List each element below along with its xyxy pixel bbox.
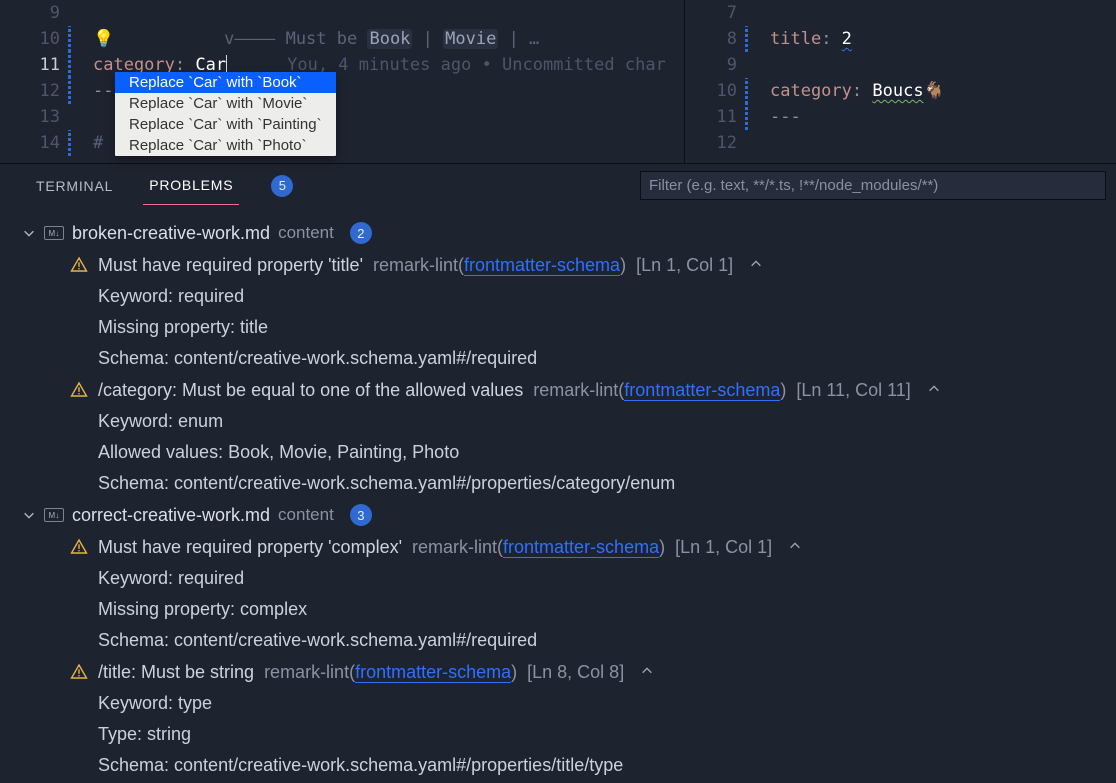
yaml-value: 2 bbox=[842, 29, 852, 49]
line-number: 8 bbox=[685, 29, 745, 49]
yaml-key: title bbox=[770, 29, 821, 49]
line-number: 9 bbox=[685, 55, 745, 75]
line-number: 10 bbox=[685, 81, 745, 101]
yaml-value: Boucs bbox=[872, 81, 923, 101]
yaml-key: category bbox=[770, 81, 852, 101]
problems-file-name: correct-creative-work.md bbox=[72, 505, 270, 526]
quickfix-item[interactable]: Replace `Car` with `Painting` bbox=[115, 114, 336, 135]
git-blame-annotation: You, 4 minutes ago • Uncommitted char bbox=[287, 55, 666, 75]
problem-message: /category: Must be equal to one of the a… bbox=[98, 380, 523, 401]
markdown-file-icon: M↓ bbox=[44, 226, 64, 240]
warning-icon bbox=[70, 538, 88, 556]
problem-source: remark-lint(frontmatter-schema) bbox=[533, 380, 786, 401]
problem-item[interactable]: Must have required property 'title' rema… bbox=[22, 249, 1116, 281]
editor-left[interactable]: 9 10 💡 v———— Must be Book | Movie | … 11… bbox=[0, 0, 685, 163]
problems-count-badge: 5 bbox=[271, 175, 293, 197]
problem-detail: Type: string bbox=[22, 719, 1116, 750]
problem-detail: Allowed values: Book, Movie, Painting, P… bbox=[22, 437, 1116, 468]
chevron-up-icon[interactable] bbox=[640, 662, 654, 683]
chevron-up-icon[interactable] bbox=[788, 537, 802, 558]
warning-icon bbox=[70, 256, 88, 274]
warning-icon bbox=[70, 381, 88, 399]
file-problem-count-badge: 3 bbox=[350, 504, 372, 526]
quickfix-item[interactable]: Replace `Car` with `Photo` bbox=[115, 135, 336, 156]
problem-detail: Schema: content/creative-work.schema.yam… bbox=[22, 625, 1116, 656]
problem-detail: Keyword: required bbox=[22, 563, 1116, 594]
problem-location: [Ln 1, Col 1] bbox=[675, 537, 772, 558]
chevron-down-icon[interactable] bbox=[22, 508, 36, 522]
problem-rule-link[interactable]: frontmatter-schema bbox=[355, 662, 511, 683]
problem-detail: Missing property: title bbox=[22, 312, 1116, 343]
problem-source: remark-lint(frontmatter-schema) bbox=[264, 662, 517, 683]
problem-location: [Ln 11, Col 11] bbox=[796, 380, 910, 401]
problems-file-name: broken-creative-work.md bbox=[72, 223, 270, 244]
problem-message: Must have required property 'complex' bbox=[98, 537, 402, 558]
problem-detail: Keyword: required bbox=[22, 281, 1116, 312]
problem-item[interactable]: /title: Must be string remark-lint(front… bbox=[22, 656, 1116, 688]
chevron-up-icon[interactable] bbox=[927, 380, 941, 401]
problem-message: Must have required property 'title' bbox=[98, 255, 363, 276]
chevron-down-icon[interactable] bbox=[22, 226, 36, 240]
line-number: 12 bbox=[685, 133, 745, 153]
hint-text: v———— Must be Book | Movie | … bbox=[224, 29, 539, 49]
chevron-up-icon[interactable] bbox=[749, 255, 763, 276]
problems-file-row[interactable]: M↓ correct-creative-work.md content 3 bbox=[22, 499, 1116, 531]
lightbulb-icon[interactable]: 💡 bbox=[93, 29, 114, 49]
problem-message: /title: Must be string bbox=[98, 662, 254, 683]
line-number: 11 bbox=[685, 107, 745, 127]
problems-file-row[interactable]: M↓ broken-creative-work.md content 2 bbox=[22, 217, 1116, 249]
problem-source: remark-lint(frontmatter-schema) bbox=[373, 255, 626, 276]
problem-rule-link[interactable]: frontmatter-schema bbox=[624, 380, 780, 401]
quickfix-item[interactable]: Replace `Car` with `Book` bbox=[115, 72, 336, 93]
panel-tabs: TERMINAL PROBLEMS 5 bbox=[0, 164, 1116, 207]
problem-detail: Keyword: type bbox=[22, 688, 1116, 719]
warning-icon bbox=[70, 663, 88, 681]
problem-detail: Missing property: complex bbox=[22, 594, 1116, 625]
line-number: 13 bbox=[0, 107, 68, 127]
problem-detail: Schema: content/creative-work.schema.yam… bbox=[22, 468, 1116, 499]
line-number: 7 bbox=[685, 3, 745, 23]
goat-emoji: 🐐 bbox=[924, 81, 945, 101]
tab-problems[interactable]: PROBLEMS bbox=[143, 166, 239, 205]
problems-list[interactable]: M↓ broken-creative-work.md content 2 Mus… bbox=[0, 207, 1116, 782]
problems-file-dir: content bbox=[278, 505, 334, 525]
quickfix-menu: Replace `Car` with `Book` Replace `Car` … bbox=[115, 72, 336, 156]
problem-detail: Schema: content/creative-work.schema.yam… bbox=[22, 343, 1116, 374]
problems-filter-input[interactable] bbox=[640, 171, 1106, 200]
problem-rule-link[interactable]: frontmatter-schema bbox=[464, 255, 620, 276]
file-problem-count-badge: 2 bbox=[350, 222, 372, 244]
line-number: 12 bbox=[0, 81, 68, 101]
line-number: 10 bbox=[0, 29, 68, 49]
line-number: 9 bbox=[0, 3, 68, 23]
problem-source: remark-lint(frontmatter-schema) bbox=[412, 537, 665, 558]
markdown-file-icon: M↓ bbox=[44, 508, 64, 522]
problem-location: [Ln 8, Col 8] bbox=[527, 662, 624, 683]
bottom-panel: TERMINAL PROBLEMS 5 M↓ broken-creative-w… bbox=[0, 163, 1116, 782]
editor-right[interactable]: 7 8 title: 2 9 10 category: Boucs 🐐 11 -… bbox=[685, 0, 1116, 163]
quickfix-item[interactable]: Replace `Car` with `Movie` bbox=[115, 93, 336, 114]
problem-item[interactable]: /category: Must be equal to one of the a… bbox=[22, 374, 1116, 406]
line-number: 11 bbox=[0, 55, 68, 75]
problem-location: [Ln 1, Col 1] bbox=[636, 255, 733, 276]
problem-detail: Keyword: enum bbox=[22, 406, 1116, 437]
problem-detail: Schema: content/creative-work.schema.yam… bbox=[22, 750, 1116, 781]
line-number: 14 bbox=[0, 133, 68, 153]
editor-split: 9 10 💡 v———— Must be Book | Movie | … 11… bbox=[0, 0, 1116, 163]
problem-rule-link[interactable]: frontmatter-schema bbox=[503, 537, 659, 558]
problem-item[interactable]: Must have required property 'complex' re… bbox=[22, 531, 1116, 563]
problems-file-dir: content bbox=[278, 223, 334, 243]
tab-terminal[interactable]: TERMINAL bbox=[30, 167, 119, 205]
